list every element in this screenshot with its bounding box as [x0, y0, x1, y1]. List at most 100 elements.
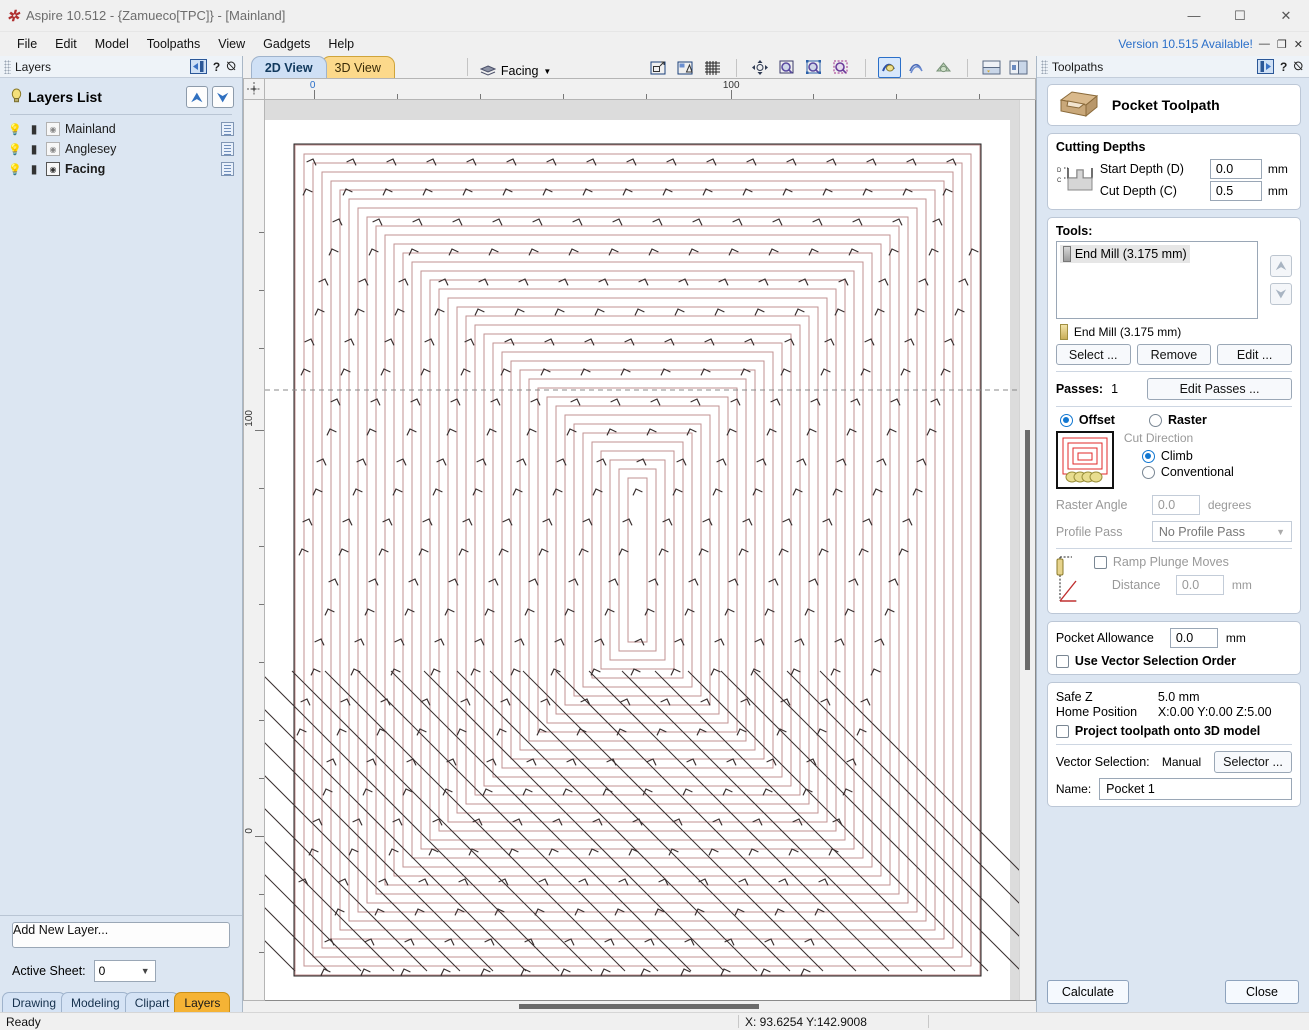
drawing-canvas[interactable] [264, 100, 1036, 1001]
window-minimize-button[interactable]: — [1171, 0, 1217, 32]
pin-icon[interactable]: ⦰ [226, 59, 236, 74]
raster-radio[interactable] [1148, 413, 1162, 427]
help-icon[interactable]: ? [1280, 60, 1287, 74]
doc-minimize-button[interactable]: — [1259, 38, 1270, 50]
split-horizontal-icon[interactable] [980, 57, 1003, 78]
edit-passes-button[interactable]: Edit Passes ... [1147, 378, 1292, 400]
tool-list[interactable]: End Mill (3.175 mm) [1055, 241, 1258, 319]
layers-panel: Layers ? ⦰ Layers List ⮝ ⮟ 💡 ▮ ◉ Mainlan… [0, 56, 243, 1012]
tab-drawing[interactable]: Drawing [2, 992, 67, 1012]
toggle-grid-icon[interactable] [701, 57, 724, 78]
zoom-to-drawing-icon[interactable] [674, 57, 697, 78]
doc-restore-button[interactable]: ❐ [1277, 38, 1287, 51]
project-toolpath-checkbox[interactable] [1055, 724, 1069, 738]
monitor-icon[interactable]: ▮ [27, 162, 41, 176]
layer-properties-icon[interactable] [220, 162, 234, 176]
monitor-icon[interactable]: ▮ [27, 142, 41, 156]
remove-tool-button[interactable]: Remove [1136, 344, 1212, 365]
vertical-ruler[interactable]: 100 0 [242, 100, 265, 1001]
canvas-horizontal-scrollbar[interactable] [242, 1001, 1036, 1012]
toggle-toolpath-preview-icon[interactable] [877, 57, 901, 78]
cutting-depths-title: Cutting Depths [1055, 140, 1146, 154]
zoom-box-icon[interactable] [830, 57, 853, 78]
menu-help[interactable]: Help [319, 34, 363, 54]
toggle-3d-model-icon[interactable] [932, 57, 955, 78]
tool-buttons-row: Select ... Remove Edit ... [1055, 344, 1292, 365]
panel-grip-icon[interactable] [4, 59, 11, 74]
tool-list-item[interactable]: End Mill (3.175 mm) [1059, 245, 1190, 263]
layer-row-mainland[interactable]: 💡 ▮ ◉ Mainland [0, 119, 242, 139]
ramp-plunge-checkbox[interactable] [1093, 555, 1107, 569]
zoom-to-selection-icon[interactable] [647, 57, 670, 78]
tools-group: Tools: End Mill (3.175 mm) ⮝ ⮟ End Mill … [1046, 217, 1301, 614]
menu-view[interactable]: View [209, 34, 254, 54]
ramp-distance-input[interactable]: 0.0 [1175, 575, 1224, 595]
pocket-allowance-input[interactable]: 0.0 [1169, 628, 1218, 648]
edit-tool-button[interactable]: Edit ... [1217, 344, 1292, 365]
menu-model[interactable]: Model [86, 34, 138, 54]
pin-icon[interactable]: ⦰ [1293, 59, 1303, 74]
menu-gadgets[interactable]: Gadgets [254, 34, 319, 54]
cut-depth-input[interactable]: 0.5 [1209, 181, 1262, 201]
zoom-selection-icon[interactable] [803, 57, 826, 78]
layer-row-facing[interactable]: 💡 ▮ ◉ Facing [0, 159, 242, 179]
toggle-toolpath-solid-icon[interactable] [905, 57, 928, 78]
tab-modeling[interactable]: Modeling [61, 992, 130, 1012]
menu-edit[interactable]: Edit [46, 34, 86, 54]
start-depth-input[interactable]: 0.0 [1209, 159, 1262, 179]
toolpath-name-input[interactable]: Pocket 1 [1099, 778, 1292, 800]
split-vertical-icon[interactable] [1007, 57, 1030, 78]
window-close-button[interactable]: ✕ [1263, 0, 1309, 32]
dock-left-icon[interactable] [1257, 59, 1275, 74]
active-sheet-label: Active Sheet: [12, 964, 86, 978]
dock-right-icon[interactable] [189, 59, 207, 74]
zoom-extents-icon[interactable] [776, 57, 799, 78]
layers-list-header: Layers List ⮝ ⮟ [0, 78, 242, 112]
calculate-button[interactable]: Calculate [1046, 980, 1129, 1004]
climb-label: Climb [1160, 449, 1193, 463]
selector-button[interactable]: Selector ... [1214, 751, 1292, 773]
menu-file[interactable]: File [8, 34, 46, 54]
layer-row-anglesey[interactable]: 💡 ▮ ◉ Anglesey [0, 139, 242, 159]
raster-angle-row: Raster Angle 0.0 degrees [1056, 495, 1292, 515]
version-available-link[interactable]: Version 10.515 Available! [1118, 37, 1259, 51]
offset-radio[interactable] [1059, 413, 1073, 427]
climb-radio[interactable] [1141, 449, 1155, 463]
move-layer-down-button[interactable]: ⮟ [211, 86, 234, 108]
conventional-radio[interactable] [1141, 465, 1155, 479]
window-maximize-button[interactable]: ☐ [1217, 0, 1263, 32]
horizontal-ruler[interactable]: 0 100 [264, 78, 1036, 100]
bulb-off-icon[interactable]: 💡 [8, 143, 22, 156]
tab-clipart[interactable]: Clipart [124, 992, 180, 1012]
move-layer-up-button[interactable]: ⮝ [185, 86, 208, 108]
panel-grip-icon[interactable] [1040, 59, 1048, 74]
select-tool-button[interactable]: Select ... [1055, 344, 1131, 365]
layer-type-icon: ◉ [46, 122, 60, 136]
tab-2d-view[interactable]: 2D View [250, 56, 327, 78]
menu-toolpaths[interactable]: Toolpaths [138, 34, 210, 54]
close-button[interactable]: Close [1225, 980, 1299, 1004]
tab-layers[interactable]: Layers [174, 992, 231, 1012]
bulb-off-icon[interactable]: 💡 [8, 123, 22, 136]
active-sheet-select[interactable]: 0 ▼ [93, 960, 156, 982]
profile-pass-select[interactable]: No Profile Pass ▼ [1151, 521, 1292, 542]
ruler-origin-button[interactable] [242, 78, 265, 100]
pan-icon[interactable] [749, 57, 772, 78]
layer-properties-icon[interactable] [220, 142, 234, 156]
raster-angle-input[interactable]: 0.0 [1151, 495, 1200, 515]
add-new-layer-button[interactable]: Add New Layer... [12, 922, 230, 948]
help-icon[interactable]: ? [213, 60, 220, 74]
vector-selection-order-checkbox[interactable] [1055, 654, 1069, 668]
monitor-icon[interactable]: ▮ [27, 122, 41, 136]
layer-properties-icon[interactable] [220, 122, 234, 136]
canvas-vertical-scrollbar[interactable] [1018, 100, 1035, 1000]
vector-selection-row: Vector Selection: Manual Selector ... [1056, 751, 1292, 773]
layer-name-anglesey: Anglesey [65, 142, 117, 156]
tool-move-up-button[interactable]: ⮝ [1270, 255, 1292, 277]
tool-move-down-button[interactable]: ⮟ [1270, 283, 1292, 305]
tab-3d-view[interactable]: 3D View [320, 56, 395, 78]
layer-selector-combo[interactable]: Facing ▼ [476, 64, 555, 78]
layers-list-title: Layers List [28, 89, 102, 105]
doc-close-button[interactable]: ✕ [1294, 38, 1303, 51]
bulb-on-icon[interactable]: 💡 [8, 163, 22, 176]
